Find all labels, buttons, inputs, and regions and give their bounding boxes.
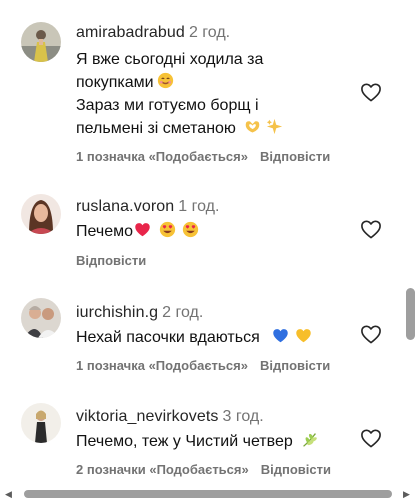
comment-time[interactable]: 2 год.: [189, 24, 230, 41]
likes-count-link[interactable]: 2 позначки «Подобається»: [76, 462, 249, 477]
comment-header: viktoria_nevirkovets 3 год.: [76, 406, 356, 427]
comment-actions: 1 позначка «Подобається» Відповісти: [76, 149, 330, 164]
comment-actions: 1 позначка «Подобається» Відповісти: [76, 358, 330, 373]
comment-body: viktoria_nevirkovets 3 год. Печемо, теж у…: [76, 406, 356, 453]
comment-text-line: Нехай пасочки вдаються: [76, 326, 356, 349]
yellow-heart-emoji: [296, 329, 311, 343]
comment-text: Печемо: [76, 220, 356, 243]
comment-username[interactable]: amirabadrabud: [76, 24, 185, 41]
comment-username[interactable]: ruslana.voron: [76, 198, 174, 215]
horizontal-scrollbar-thumb[interactable]: [24, 490, 392, 498]
vertical-scrollbar-thumb[interactable]: [406, 288, 415, 340]
comment-text: Нехай пасочки вдаються: [76, 326, 356, 349]
avatar[interactable]: [21, 22, 61, 62]
comment-text: Я вже сьогодні ходила за покупками Зараз…: [76, 48, 356, 140]
herb-emoji: [302, 433, 317, 447]
avatar[interactable]: [21, 298, 61, 338]
comment-body: iurchishin.g 2 год. Нехай пасочки вдаютьс…: [76, 302, 356, 349]
comment-header: ruslana.voron 1 год.: [76, 196, 356, 217]
heart-eyes-emoji: [159, 221, 176, 238]
comment-text-line: Печемо, теж у Чистий четвер: [76, 430, 356, 453]
avatar[interactable]: [21, 403, 61, 443]
comments-viewport: amirabadrabud 2 год. Я вже сьогодні ходил…: [0, 0, 417, 501]
comment-time[interactable]: 1 год.: [178, 198, 219, 215]
comment-text-line: Печемо: [76, 220, 356, 243]
avatar[interactable]: [21, 194, 61, 234]
comment-text-line: Я вже сьогодні ходила за: [76, 51, 264, 68]
comment-text-line: пельмені зі сметаною: [76, 117, 356, 140]
comment-body: ruslana.voron 1 год. Печемо: [76, 196, 356, 243]
heart-outline-icon[interactable]: [360, 219, 382, 239]
red-heart-emoji: [135, 223, 150, 237]
reply-button[interactable]: Відповісти: [76, 253, 146, 268]
comment-body: amirabadrabud 2 год. Я вже сьогодні ходил…: [76, 22, 356, 140]
comment-username[interactable]: viktoria_nevirkovets: [76, 408, 219, 425]
horizontal-scrollbar[interactable]: ◀ ▶: [0, 485, 417, 501]
comment-username[interactable]: iurchishin.g: [76, 304, 158, 321]
reply-button[interactable]: Відповісти: [260, 149, 330, 164]
comment-header: iurchishin.g 2 год.: [76, 302, 356, 323]
comment-time[interactable]: 2 год.: [162, 304, 203, 321]
comment-header: amirabadrabud 2 год.: [76, 22, 356, 43]
comment-actions: Відповісти: [76, 253, 146, 268]
comment-time[interactable]: 3 год.: [223, 408, 264, 425]
scroll-left-arrow-icon[interactable]: ◀: [5, 489, 12, 499]
heart-eyes-emoji: [182, 221, 199, 238]
heart-outline-icon[interactable]: [360, 428, 382, 448]
heart-outline-icon[interactable]: [360, 82, 382, 102]
likes-count-link[interactable]: 1 позначка «Подобається»: [76, 149, 248, 164]
likes-count-link[interactable]: 1 позначка «Подобається»: [76, 358, 248, 373]
heart-outline-icon[interactable]: [360, 324, 382, 344]
reply-button[interactable]: Відповісти: [261, 462, 331, 477]
vertical-scrollbar[interactable]: [402, 0, 417, 485]
sparkles-emoji: [266, 118, 283, 135]
comment-text-line: Зараз ми готуємо борщ і: [76, 97, 259, 114]
blue-heart-emoji: [273, 329, 288, 343]
smiling-face-emoji: [157, 72, 173, 89]
comment-actions: 2 позначки «Подобається» Відповісти: [76, 462, 331, 477]
scroll-right-arrow-icon[interactable]: ▶: [403, 489, 410, 499]
comment-text-line: покупками: [76, 71, 356, 94]
heart-hands-emoji: [245, 121, 260, 133]
reply-button[interactable]: Відповісти: [260, 358, 330, 373]
comment-text: Печемо, теж у Чистий четвер: [76, 430, 356, 453]
